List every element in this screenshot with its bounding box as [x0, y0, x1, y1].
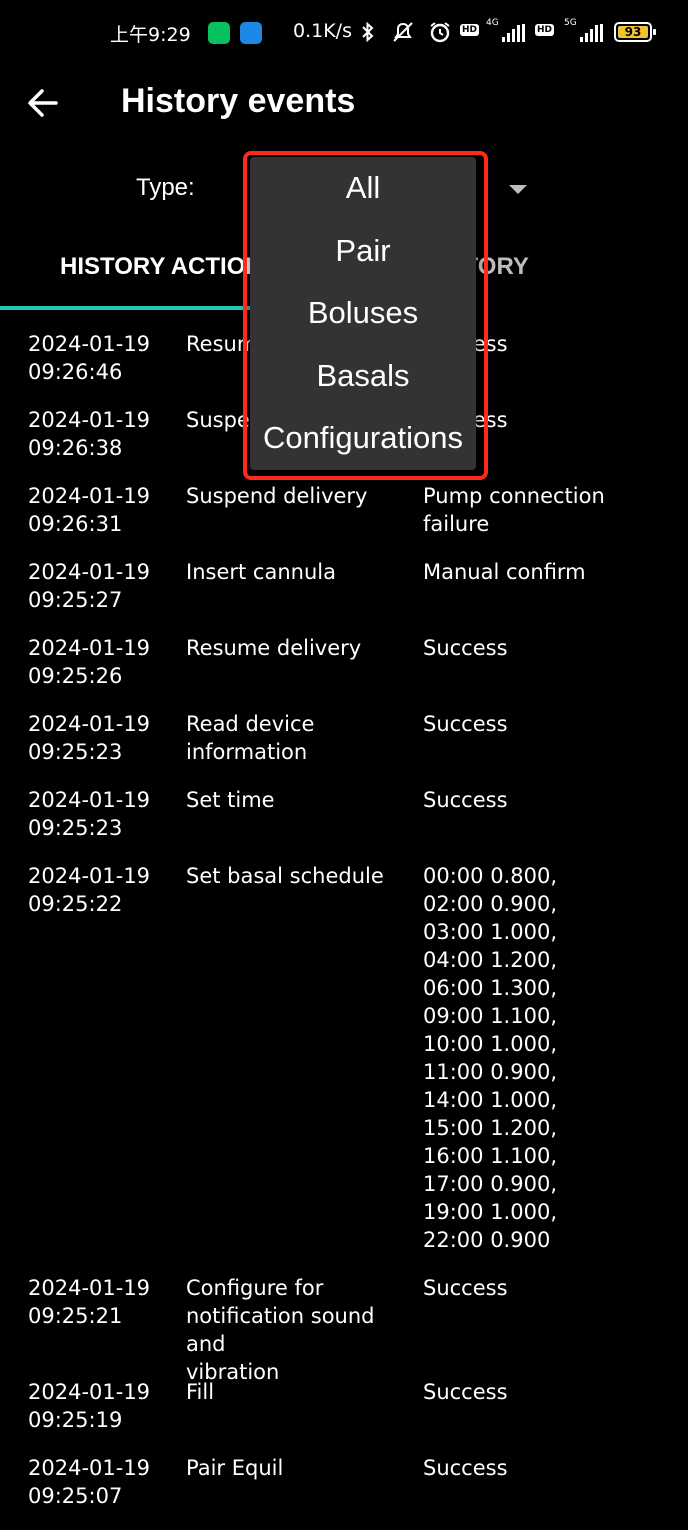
event-action: Resume delivery	[186, 636, 362, 660]
event-date: 2024-01-19 09:26:38	[28, 408, 151, 460]
event-action: Configure for notification sound and vib…	[186, 1276, 375, 1384]
event-action: Read device information	[186, 712, 315, 764]
wechat-notification-icon	[208, 22, 230, 44]
event-date: 2024-01-19 09:25:23	[28, 712, 151, 764]
dropdown-option-boluses[interactable]: Boluses	[250, 282, 476, 345]
battery-level: 93	[618, 26, 648, 38]
list-item: 2024-01-19 09:25:22 Set basal schedule 0…	[0, 862, 688, 1274]
battery-icon: 93	[614, 22, 656, 42]
event-date: 2024-01-19 09:25:26	[28, 636, 151, 688]
event-action: Insert cannula	[186, 560, 336, 584]
event-date: 2024-01-19 09:25:07	[28, 1456, 151, 1508]
network-type-1: 4G	[486, 18, 499, 28]
event-result: Success	[423, 636, 508, 660]
event-result: Success	[423, 1276, 508, 1300]
dropdown-option-basals[interactable]: Basals	[250, 345, 476, 408]
event-date: 2024-01-19 09:25:19	[28, 1380, 151, 1432]
app-notification-icon	[240, 22, 262, 44]
event-result: Success	[423, 1456, 508, 1480]
dropdown-option-all[interactable]: All	[250, 157, 476, 220]
event-action: Set basal schedule	[186, 864, 384, 888]
list-item: 2024-01-19 09:26:31 Suspend delivery Pum…	[0, 482, 688, 558]
list-item: 2024-01-19 09:25:07 Pair Equil Success	[0, 1454, 688, 1530]
event-date: 2024-01-19 09:25:21	[28, 1276, 151, 1328]
event-result: Success	[423, 1380, 508, 1404]
network-type-2: 5G	[564, 18, 577, 28]
list-item: 2024-01-19 09:25:26 Resume delivery Succ…	[0, 634, 688, 710]
event-result: Success	[423, 712, 508, 736]
type-dropdown-menu[interactable]: All Pair Boluses Basals Configurations	[250, 157, 476, 470]
dropdown-option-pair[interactable]: Pair	[250, 220, 476, 283]
signal-bars-1-icon	[502, 24, 526, 42]
network-speed: 0.1K/s	[293, 20, 352, 42]
hd-badge-1: HD	[460, 24, 480, 36]
event-result: 00:00 0.800, 02:00 0.900, 03:00 1.000, 0…	[423, 864, 557, 1252]
dropdown-option-configurations[interactable]: Configurations	[250, 407, 476, 470]
hd-badge-2: HD	[535, 24, 555, 36]
type-label: Type:	[136, 174, 195, 201]
tab-history-actions[interactable]: HISTORY ACTIONS	[60, 253, 279, 281]
event-action: Pair Equil	[186, 1456, 284, 1480]
event-date: 2024-01-19 09:25:22	[28, 864, 151, 916]
list-item: 2024-01-19 09:25:27 Insert cannula Manua…	[0, 558, 688, 634]
list-item: 2024-01-19 09:25:23 Read device informat…	[0, 710, 688, 786]
list-item: 2024-01-19 09:25:21 Configure for notifi…	[0, 1274, 688, 1384]
history-list[interactable]: 2024-01-19 09:26:46 Resume delivery Succ…	[0, 330, 688, 1530]
event-date: 2024-01-19 09:25:23	[28, 788, 151, 840]
status-time: 上午9:29	[110, 24, 191, 46]
type-dropdown-caret-icon[interactable]	[509, 185, 527, 194]
bluetooth-icon	[360, 20, 376, 49]
status-bar: 上午9:29 0.1K/s HD 4G HD 5G 93	[0, 0, 688, 68]
event-date: 2024-01-19 09:26:31	[28, 484, 151, 536]
page-title: History events	[121, 82, 356, 120]
list-item: 2024-01-19 09:25:23 Set time Success	[0, 786, 688, 862]
event-date: 2024-01-19 09:26:46	[28, 332, 151, 384]
signal-bars-2-icon	[580, 24, 604, 42]
event-result: Success	[423, 788, 508, 812]
event-action: Fill	[186, 1380, 215, 1404]
back-arrow-icon[interactable]	[24, 82, 64, 122]
mute-vibrate-icon	[390, 20, 416, 49]
list-item: 2024-01-19 09:25:19 Fill Success	[0, 1378, 688, 1454]
event-date: 2024-01-19 09:25:27	[28, 560, 151, 612]
event-action: Set time	[186, 788, 275, 812]
event-result: Manual confirm	[423, 560, 586, 584]
event-action: Suspend delivery	[186, 484, 368, 508]
event-result: Pump connection failure	[423, 484, 605, 536]
alarm-icon	[428, 20, 452, 49]
